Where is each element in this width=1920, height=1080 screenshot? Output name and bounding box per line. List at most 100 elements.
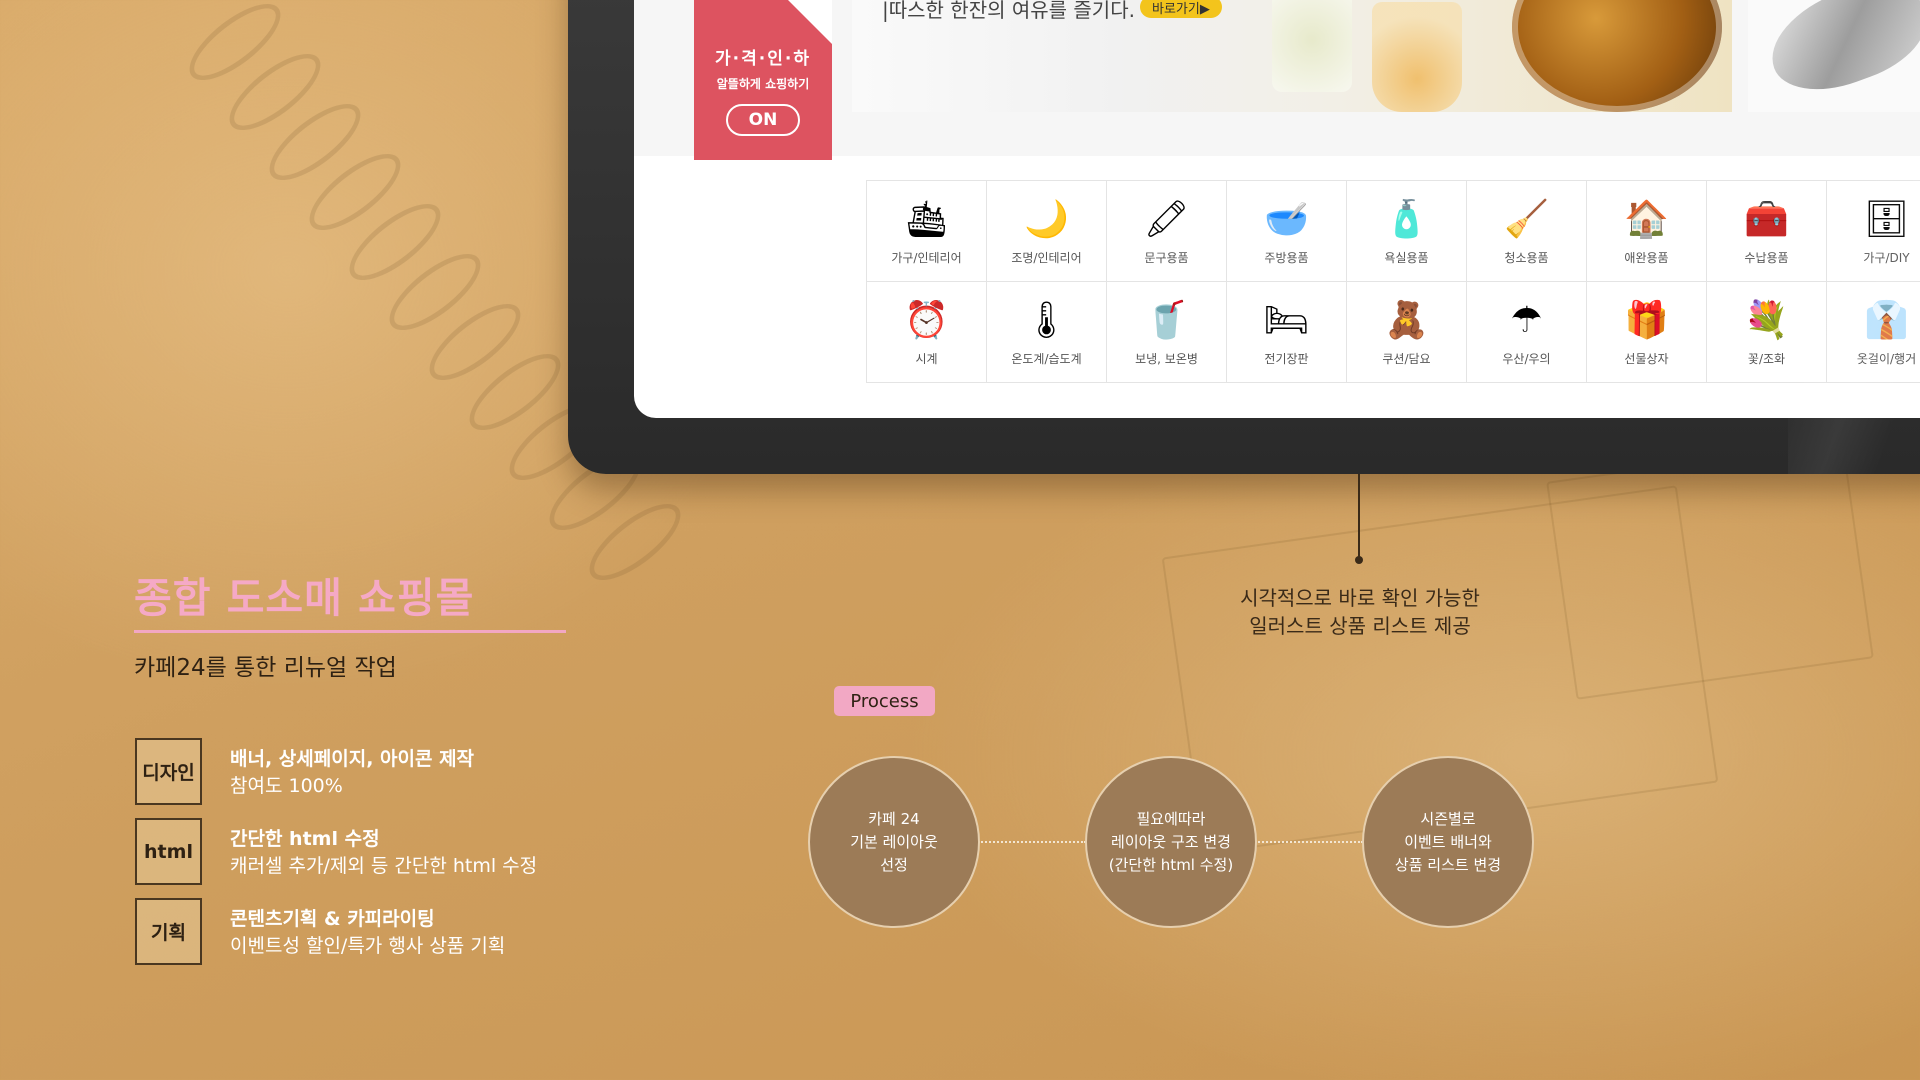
category-grid: 🛳 가구/인테리어 🌙 조명/인테리어 🖍 문구용품 🥣 주방용품 🧴 욕실용품 🧹 청소용품 🏠 애완용… (866, 180, 1920, 383)
feature-badge: html (135, 818, 202, 885)
promo-banner[interactable]: |따스한 한잔의 여유를 즐기다. 바로가기▶ (852, 0, 1732, 112)
process-step-2: 필요에따라 레이아웃 구조 변경 (간단한 html 수정) (1085, 756, 1257, 928)
feature-text: 콘텐츠기획 & 카피라이팅 이벤트성 할인/특가 행사 상품 기획 (230, 898, 505, 960)
feature-badge: 디자인 (135, 738, 202, 805)
feature-html: html 간단한 html 수정 캐러셀 추가/제외 등 간단한 html 수정 (135, 818, 537, 885)
category-item[interactable]: 💐 꽃/조화 (1707, 282, 1827, 383)
category-label: 애완용품 (1624, 250, 1669, 265)
secondary-banner[interactable] (1748, 0, 1920, 112)
category-icon: 🧹 (1504, 198, 1549, 240)
callout-line-2: 일러스트 상품 리스트 제공 (1249, 614, 1471, 638)
category-label: 보냉, 보온병 (1135, 351, 1198, 366)
category-item[interactable]: 🧴 욕실용품 (1347, 181, 1467, 282)
category-item[interactable]: ⏰ 시계 (867, 282, 987, 383)
callout-dot (1355, 556, 1363, 564)
sale-tag-banner[interactable]: 가·격·인·하 알뜰하게 쇼핑하기 ON (694, 0, 832, 160)
category-label: 전기장판 (1264, 351, 1309, 366)
category-label: 선물상자 (1624, 351, 1669, 366)
category-item[interactable]: 🎁 선물상자 (1587, 282, 1707, 383)
visor-image (1757, 0, 1920, 107)
category-icon: 💐 (1744, 299, 1789, 341)
category-item[interactable]: 🧰 수납용품 (1707, 181, 1827, 282)
category-label: 온도계/습도계 (1011, 351, 1082, 366)
category-icon: 🧸 (1384, 299, 1429, 341)
category-icon: 🛏 (1263, 299, 1310, 341)
category-item[interactable]: 🛏 전기장판 (1227, 282, 1347, 383)
process-connector (1255, 841, 1363, 843)
category-item[interactable]: 🧹 청소용품 (1467, 181, 1587, 282)
title-divider (134, 630, 566, 633)
callout-line (1358, 474, 1360, 560)
category-item[interactable]: 🧸 쿠션/담요 (1347, 282, 1467, 383)
project-subtitle: 카페24를 통한 리뉴얼 작업 (134, 655, 397, 681)
category-item[interactable]: 🌡 온도계/습도계 (987, 282, 1107, 383)
category-item[interactable]: 🏠 애완용품 (1587, 181, 1707, 282)
category-item[interactable]: 🛳 가구/인테리어 (867, 181, 987, 282)
category-icon: 🛳 (903, 198, 950, 240)
sale-on-button[interactable]: ON (726, 104, 800, 136)
category-label: 욕실용품 (1384, 250, 1429, 265)
process-step-1: 카페 24 기본 레이아웃 선정 (808, 756, 980, 928)
feature-heading: 배너, 상세페이지, 아이콘 제작 (230, 748, 475, 770)
category-label: 청소용품 (1504, 250, 1549, 265)
category-item[interactable]: 🌙 조명/인테리어 (987, 181, 1107, 282)
category-icon: 🌡 (1023, 299, 1070, 341)
sale-subtitle: 알뜰하게 쇼핑하기 (716, 77, 810, 91)
project-title: 종합 도소매 쇼핑몰 (134, 574, 475, 622)
tea-cup-image (1372, 2, 1462, 112)
teapot-image (1512, 0, 1722, 112)
process-label: Process (834, 686, 935, 716)
tablet-screen: 가·격·인·하 알뜰하게 쇼핑하기 ON |따스한 한잔의 여유를 즐기다. 바… (634, 0, 1920, 418)
feature-planning: 기획 콘텐츠기획 & 카피라이팅 이벤트성 할인/특가 행사 상품 기획 (135, 898, 505, 965)
process-step-3: 시즌별로 이벤트 배너와 상품 리스트 변경 (1362, 756, 1534, 928)
feature-heading: 콘텐츠기획 & 카피라이팅 (230, 908, 435, 930)
feature-description: 참여도 100% (230, 775, 343, 797)
category-icon: ⏰ (904, 299, 949, 341)
category-icon: 🏠 (1624, 198, 1669, 240)
sketch-decoration (1546, 440, 1874, 700)
category-icon: 🎁 (1624, 299, 1669, 341)
feature-description: 이벤트성 할인/특가 행사 상품 기획 (230, 935, 506, 957)
category-icon: 🗄 (1863, 198, 1910, 240)
category-label: 우산/우의 (1502, 351, 1551, 366)
category-icon: ☂ (1510, 299, 1543, 341)
callout-text: 시각적으로 바로 확인 가능한 일러스트 상품 리스트 제공 (1160, 584, 1560, 640)
category-icon: 🥣 (1264, 198, 1309, 240)
glass-cup-image (1272, 0, 1352, 92)
feature-description: 캐러셀 추가/제외 등 간단한 html 수정 (230, 855, 538, 877)
feature-design: 디자인 배너, 상세페이지, 아이콘 제작 참여도 100% (135, 738, 474, 805)
category-label: 시계 (915, 351, 938, 366)
category-icon: 🌙 (1024, 198, 1069, 240)
category-item[interactable]: ☂ 우산/우의 (1467, 282, 1587, 383)
promo-go-button[interactable]: 바로가기▶ (1140, 0, 1222, 18)
feature-heading: 간단한 html 수정 (230, 828, 380, 850)
category-label: 쿠션/담요 (1382, 351, 1431, 366)
category-item[interactable]: 👔 옷걸이/행거 (1827, 282, 1920, 383)
category-label: 옷걸이/행거 (1856, 351, 1917, 366)
category-label: 꽃/조화 (1747, 351, 1786, 366)
category-icon: 🧴 (1384, 198, 1429, 240)
process-connector (978, 841, 1086, 843)
category-label: 가구/인테리어 (891, 250, 962, 265)
category-item[interactable]: 🥤 보냉, 보온병 (1107, 282, 1227, 383)
tag-notch (788, 0, 832, 44)
promo-text: |따스한 한잔의 여유를 즐기다. (882, 0, 1135, 22)
category-label: 조명/인테리어 (1011, 250, 1082, 265)
category-label: 주방용품 (1264, 250, 1309, 265)
category-label: 문구용품 (1144, 250, 1189, 265)
tablet-device: 가·격·인·하 알뜰하게 쇼핑하기 ON |따스한 한잔의 여유를 즐기다. 바… (568, 0, 1920, 474)
category-icon: 🖍 (1143, 198, 1190, 240)
feature-text: 배너, 상세페이지, 아이콘 제작 참여도 100% (230, 738, 474, 800)
sale-title: 가·격·인·하 (715, 49, 811, 69)
category-item[interactable]: 🥣 주방용품 (1227, 181, 1347, 282)
feature-badge: 기획 (135, 898, 202, 965)
category-item[interactable]: 🖍 문구용품 (1107, 181, 1227, 282)
feature-text: 간단한 html 수정 캐러셀 추가/제외 등 간단한 html 수정 (230, 818, 537, 880)
category-label: 가구/DIY (1863, 250, 1910, 265)
category-item[interactable]: 🗄 가구/DIY (1827, 181, 1920, 282)
category-icon: 🧰 (1744, 198, 1789, 240)
callout-line-1: 시각적으로 바로 확인 가능한 (1240, 586, 1480, 610)
category-icon: 🥤 (1144, 299, 1189, 341)
category-icon: 👔 (1864, 299, 1909, 341)
category-label: 수납용품 (1744, 250, 1789, 265)
